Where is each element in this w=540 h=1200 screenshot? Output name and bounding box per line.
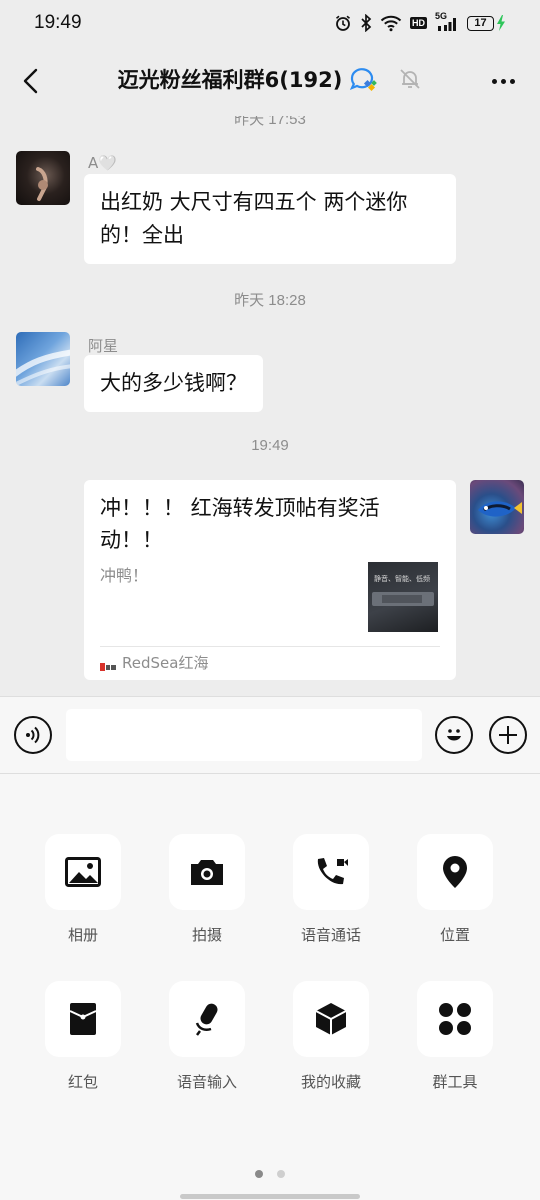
group-tools-icon <box>439 1003 471 1035</box>
title-wrap: 迈光粉丝福利群6(192) <box>0 64 540 94</box>
plus-icon <box>499 726 517 744</box>
status-icons: HD 5G 17 <box>334 11 506 32</box>
timestamp: 昨天 17:53 <box>234 116 306 128</box>
timestamp: 昨天 18:28 <box>234 292 306 309</box>
tool-icon-box <box>169 834 245 910</box>
share-description: 冲鸭！ <box>100 566 149 585</box>
tool-label: 群工具 <box>432 1073 478 1091</box>
page-title[interactable]: 迈光粉丝福利群6(192) <box>118 64 343 94</box>
more-dot <box>500 78 506 84</box>
page-dot[interactable] <box>277 1170 285 1178</box>
redsea-logo-icon <box>100 658 116 671</box>
avatar[interactable] <box>16 151 70 205</box>
tool-icon-box <box>45 981 121 1057</box>
tool-label: 语音通话 <box>300 926 361 944</box>
timestamp: 19:49 <box>251 437 289 454</box>
more-button[interactable] <box>488 70 518 92</box>
shared-link-card[interactable]: 冲！！！ 红海转发顶帖有奖活 动！！ 冲鸭！ 静音、智能、低频 RedSea红海 <box>84 480 456 680</box>
page-indicator <box>0 1170 540 1178</box>
tool-voice-input[interactable]: 语音输入 <box>157 981 257 1092</box>
tool-label: 语音输入 <box>176 1073 237 1091</box>
message-text: 大的多少钱啊？ <box>100 371 247 395</box>
more-dot <box>491 78 497 84</box>
tool-red-packet[interactable]: 红包 <box>33 981 133 1092</box>
sender-name: 阿星 <box>88 337 119 355</box>
battery-indicator: 17 <box>467 15 506 31</box>
thumbnail-text: 静音、智能、低频 <box>374 575 430 583</box>
bluetooth-icon <box>361 14 372 32</box>
tool-camera[interactable]: 拍摄 <box>157 834 257 945</box>
tool-label: 我的收藏 <box>300 1073 361 1091</box>
plus-button[interactable] <box>489 716 527 754</box>
tool-location[interactable]: 位置 <box>405 834 505 945</box>
chat-header: 迈光粉丝福利群6(192) <box>0 46 540 116</box>
emoji-button[interactable] <box>435 716 473 754</box>
voice-button[interactable] <box>14 716 52 754</box>
battery-level: 17 <box>467 15 494 31</box>
tool-label: 红包 <box>67 1073 98 1091</box>
status-time: 19:49 <box>34 12 82 33</box>
camera-icon <box>191 860 223 885</box>
thumbnail-device-detail <box>382 595 422 603</box>
tool-favorites[interactable]: 我的收藏 <box>281 981 381 1092</box>
alarm-icon <box>336 15 350 31</box>
voice-call-icon <box>317 858 348 885</box>
red-packet-icon <box>69 1003 97 1035</box>
my-avatar[interactable] <box>470 480 524 534</box>
favorites-icon <box>315 1003 347 1035</box>
tool-album[interactable]: 相册 <box>33 834 133 945</box>
input-bar <box>0 696 540 774</box>
more-tools-panel: 相册 拍摄 语音通话 位置 红包 语音输入 我的收藏 群工具 <box>0 774 540 1200</box>
status-bar: 19:49 HD 5G 17 <box>0 0 540 46</box>
location-icon <box>443 856 467 888</box>
emoji-icon <box>447 729 461 741</box>
tool-voice-call[interactable]: 语音通话 <box>281 834 381 945</box>
signal-icon: 5G <box>435 11 459 32</box>
album-icon <box>65 857 101 887</box>
tool-icon-box <box>293 981 369 1057</box>
share-title-line: 动！！ <box>100 528 163 552</box>
message-line: 出红奶 大尺寸有四五个 两个迷你 <box>100 190 408 214</box>
tool-icon-box <box>169 981 245 1057</box>
tool-group-tools[interactable]: 群工具 <box>405 981 505 1092</box>
tool-icon-box <box>417 834 493 910</box>
message-input[interactable] <box>66 709 422 761</box>
chat-area[interactable]: 昨天 17:53 A🤍 出红奶 大尺寸有四五个 两个迷你 的！全出 昨天 18:… <box>0 116 540 696</box>
tool-label: 位置 <box>439 926 470 944</box>
message-bubble[interactable]: 大的多少钱啊？ <box>84 355 263 412</box>
message-line: 的！全出 <box>100 223 184 247</box>
message-bubble[interactable]: 出红奶 大尺寸有四五个 两个迷你 的！全出 <box>84 174 456 264</box>
share-source-name: RedSea红海 <box>122 654 209 672</box>
page-dot-active[interactable] <box>255 1170 263 1178</box>
avatar[interactable] <box>16 332 70 386</box>
home-indicator[interactable] <box>180 1194 360 1199</box>
share-title: 冲！！！ 红海转发顶帖有奖活 动！！ <box>100 492 430 556</box>
group-chat-badge-icon <box>350 68 378 92</box>
share-thumbnail: 静音、智能、低频 <box>368 562 438 632</box>
wifi-icon <box>380 15 402 32</box>
mute-bell-icon <box>400 69 420 89</box>
share-source: RedSea红海 <box>100 652 208 673</box>
sender-name: A🤍 <box>88 154 117 172</box>
voice-icon <box>26 726 40 744</box>
tool-label: 相册 <box>67 926 98 944</box>
tool-icon-box <box>417 981 493 1057</box>
more-dot <box>509 78 515 84</box>
share-title-line: 冲！！！ 红海转发顶帖有奖活 <box>100 496 380 520</box>
tool-label: 拍摄 <box>191 926 222 944</box>
voice-input-icon <box>195 1003 218 1036</box>
charging-icon <box>497 15 505 31</box>
tool-icon-box <box>45 834 121 910</box>
share-divider <box>100 646 440 647</box>
hd-badge: HD <box>410 17 427 29</box>
tool-icon-box <box>293 834 369 910</box>
